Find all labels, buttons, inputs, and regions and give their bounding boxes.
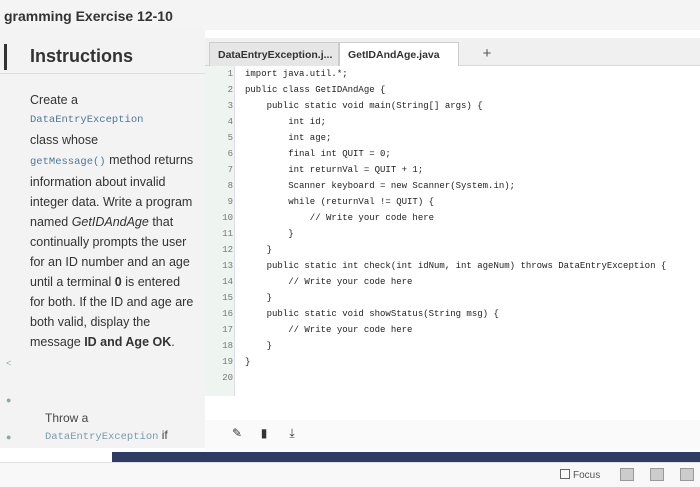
instr-bold: ID and Age OK [84,335,172,349]
line-number: 10 [222,213,233,223]
line-number: 11 [222,229,233,239]
instructions-heading: Instructions [30,46,134,66]
line-number: 16 [222,309,233,319]
code-line: import java.util.*; [245,69,348,79]
line-number: 5 [227,133,233,143]
line-number: 19 [222,357,233,367]
line-number: 13 [222,261,233,271]
line-number: 8 [227,181,233,191]
layout-icon[interactable] [680,468,694,481]
instr-text: Throw a [45,411,89,425]
instr-em: GetIDAndAge [71,215,149,229]
code-line: } [245,293,273,303]
instr-line: Create a [30,93,78,107]
instr-text: if [158,428,168,442]
terminal-bar[interactable] [112,452,700,462]
code-line: final int QUIT = 0; [245,149,391,159]
instr-line: class whose [30,133,99,147]
status-bar: Focus [0,462,700,487]
line-number: 14 [222,277,233,287]
line-number: 3 [227,101,233,111]
pencil-icon[interactable]: ✎ [230,426,244,440]
instr-text: . [171,335,175,349]
tab-dataentryexception[interactable]: DataEntryException.j... [209,42,339,66]
line-number: 17 [222,325,233,335]
layout-icon[interactable] [620,468,634,481]
code-line: // Write your code here [245,325,413,335]
share-icon[interactable]: < [6,358,16,368]
layout-icon[interactable] [650,468,664,481]
line-number: 7 [227,165,233,175]
dot-icon[interactable]: ● [6,432,16,442]
line-number: 20 [222,373,233,383]
title-bar: gramming Exercise 12-10 [0,0,700,30]
code-line: } [245,357,251,367]
code-line: public class GetIDAndAge { [245,85,386,95]
page-title: gramming Exercise 12-10 [4,8,173,24]
code-line: } [245,229,294,239]
trash-icon[interactable]: ▮ [257,426,271,440]
line-number: 1 [227,69,233,79]
circle-icon[interactable]: ● [6,395,16,405]
instructions-continued: Throw a DataEntryException if [45,410,200,446]
line-number: 4 [227,117,233,127]
code-line: } [245,341,273,351]
download-icon[interactable]: ⤓ [285,426,299,440]
code-line: int returnVal = QUIT + 1; [245,165,424,175]
code-line: // Write your code here [245,213,435,223]
focus-icon [560,469,570,479]
code-line: int id; [245,117,327,127]
code-line: public static void main(String[] args) { [245,101,483,111]
code-line: while (returnVal != QUIT) { [245,197,435,207]
focus-button[interactable]: Focus [560,469,600,481]
instr-code: DataEntryException [45,431,159,443]
line-number: 6 [227,149,233,159]
code-line: public static int check(int idNum, int a… [245,261,667,271]
editor-toolbar: ✎ ▮ ⤓ [205,420,700,450]
code-line: public static void showStatus(String msg… [245,309,499,319]
panel-divider [4,44,7,70]
instructions-header: Instructions [0,38,205,74]
line-number: 12 [222,245,233,255]
instructions-body: Create a DataEntryException class whose … [30,90,195,352]
instr-code: DataEntryException [30,114,144,126]
focus-label: Focus [573,470,601,481]
code-line: // Write your code here [245,277,413,287]
code-editor[interactable]: 1 2 3 4 5 6 7 8 9 10 11 12 13 14 15 16 1… [205,66,700,396]
code-line: } [245,245,273,255]
add-tab-button[interactable]: + [477,42,497,66]
tab-getidandage[interactable]: GetIDAndAge.java [339,42,459,66]
instr-code: getMessage() [30,156,106,168]
line-number: 2 [227,85,233,95]
line-number-gutter: 1 2 3 4 5 6 7 8 9 10 11 12 13 14 15 16 1… [205,66,235,396]
line-number: 15 [222,293,233,303]
instr-bold: 0 [114,275,122,289]
line-number: 18 [222,341,233,351]
instructions-panel: Instructions Create a DataEntryException… [0,30,205,448]
code-line: Scanner keyboard = new Scanner(System.in… [245,181,516,191]
code-line: int age; [245,133,332,143]
code-area[interactable]: import java.util.*; public class GetIDAn… [235,66,700,396]
file-tabs: DataEntryException.j... GetIDAndAge.java… [205,38,700,66]
line-number: 9 [227,197,233,207]
